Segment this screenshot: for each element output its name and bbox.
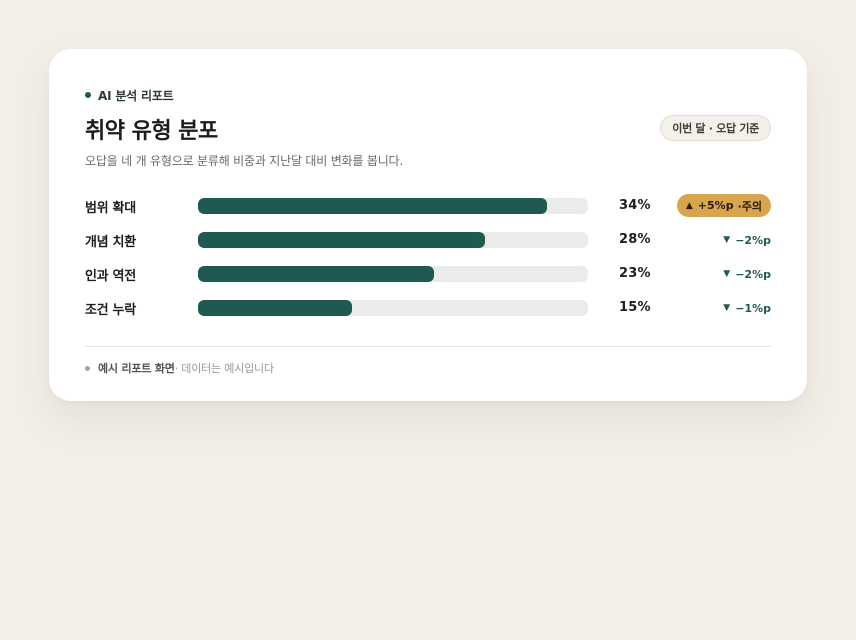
- change-badge-warning: ▲ +5%p ·주의: [676, 194, 771, 217]
- bar-track: [198, 232, 588, 248]
- footer-dot-icon: [85, 365, 90, 371]
- eyebrow: AI 분석 리포트: [85, 87, 174, 103]
- triangle-down-icon: ▼: [723, 269, 731, 279]
- bar-fill: [198, 266, 434, 282]
- change-indicator: ▼ −1%p: [723, 299, 771, 317]
- period-filter-button[interactable]: 이번 달 · 오답 기준: [660, 115, 771, 141]
- category-label: 인과 역전: [85, 269, 136, 284]
- triangle-up-icon: ▲: [685, 200, 693, 211]
- percent-value: 34%: [619, 198, 651, 213]
- change-value: −2%p: [735, 233, 771, 247]
- triangle-down-icon: ▼: [723, 303, 731, 313]
- change-value: −1%p: [735, 301, 771, 315]
- change-value: −2%p: [735, 267, 771, 281]
- divider: [85, 346, 771, 347]
- triangle-down-icon: ▼: [723, 235, 731, 245]
- change-value: +5%p: [697, 199, 734, 212]
- bar-track: [198, 300, 588, 316]
- chart-row: 인과 역전 23% ▼ −2%p: [85, 262, 771, 286]
- change-note: ·주의: [737, 199, 762, 213]
- chart-row: 범위 확대 34% ▲ +5%p ·주의: [85, 194, 771, 218]
- category-label: 조건 누락: [85, 303, 136, 318]
- footer-note: 예시 리포트 화면 · 데이터는 예시입니다: [85, 360, 274, 376]
- eyebrow-dot-icon: [85, 92, 91, 98]
- eyebrow-label: AI 분석 리포트: [98, 88, 174, 103]
- footer-strong-text: 예시 리포트 화면: [98, 362, 175, 375]
- bar-fill: [198, 198, 547, 214]
- footer-muted-text: · 데이터는 예시입니다: [174, 362, 274, 375]
- percent-value: 28%: [619, 232, 651, 247]
- chart-row: 개념 치환 28% ▼ −2%p: [85, 228, 771, 252]
- change-indicator: ▼ −2%p: [723, 231, 771, 249]
- percent-value: 15%: [619, 300, 651, 315]
- bar-fill: [198, 232, 485, 248]
- change-indicator: ▼ −2%p: [723, 265, 771, 283]
- chart-row: 조건 누락 15% ▼ −1%p: [85, 296, 771, 320]
- bar-track: [198, 198, 588, 214]
- bar-track: [198, 266, 588, 282]
- report-card: AI 분석 리포트 취약 유형 분포 이번 달 · 오답 기준 오답을 네 개 …: [49, 49, 807, 401]
- category-label: 개념 치환: [85, 235, 136, 250]
- percent-value: 23%: [619, 266, 651, 281]
- category-label: 범위 확대: [85, 201, 136, 216]
- page-title: 취약 유형 분포: [85, 119, 218, 144]
- bar-fill: [198, 300, 352, 316]
- page-subtitle: 오답을 네 개 유형으로 분류해 비중과 지난달 대비 변화를 봅니다.: [85, 154, 403, 168]
